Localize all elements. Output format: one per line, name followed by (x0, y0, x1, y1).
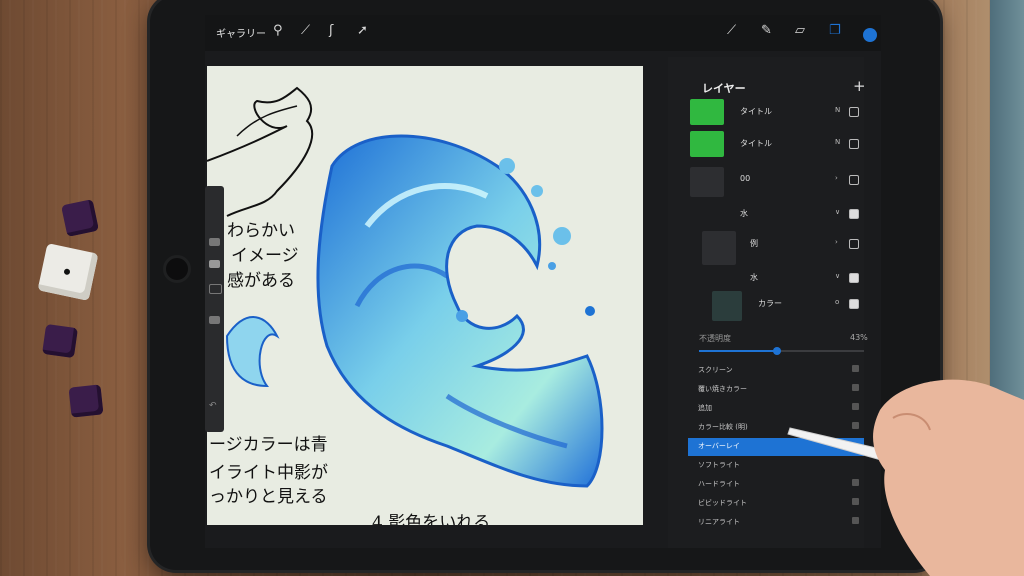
hand-with-stylus (787, 379, 1024, 576)
